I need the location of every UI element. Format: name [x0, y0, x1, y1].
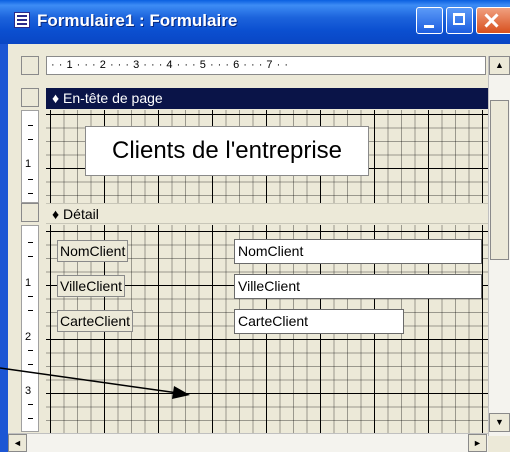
arrow-head: [172, 386, 190, 399]
arrow-line: [0, 367, 179, 394]
annotation-arrow: [0, 367, 190, 399]
